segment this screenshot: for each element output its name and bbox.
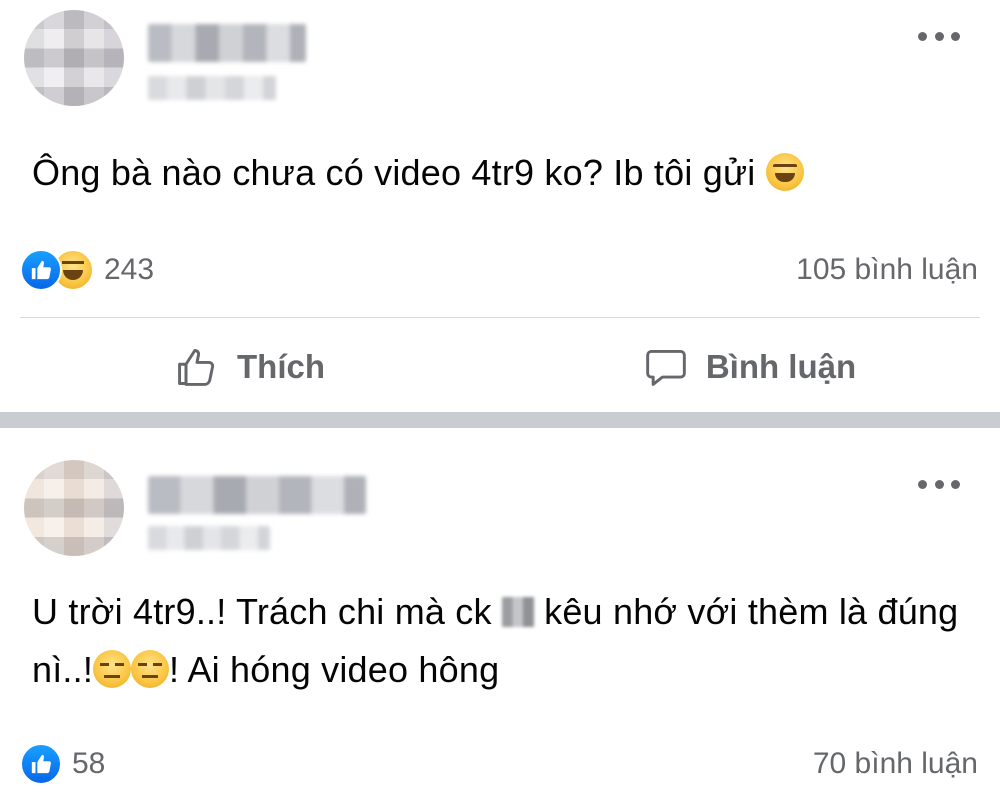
avatar[interactable] [24, 10, 124, 106]
avatar[interactable] [24, 460, 124, 556]
post-separator [0, 412, 1000, 428]
post-text-part-1: U trời 4tr9..! Trách chi mà ck [32, 591, 502, 632]
post-card: U trời 4tr9..! Trách chi mà ck kêu nhớ v… [0, 428, 1000, 799]
author-name-blurred[interactable] [148, 24, 306, 62]
reaction-summary[interactable]: 58 [20, 743, 105, 785]
author-name-blurred[interactable] [148, 476, 366, 514]
comment-button-label: Bình luận [705, 348, 857, 385]
divider [20, 317, 980, 318]
reaction-count: 58 [72, 747, 106, 780]
expressionless-emoji-icon [131, 650, 170, 688]
like-reaction-icon [20, 249, 62, 291]
thumbs-up-outline-icon [178, 349, 215, 386]
comment-button[interactable]: Bình luận [500, 325, 1000, 409]
expressionless-emoji-icon [93, 650, 132, 688]
post-text-part-3: ! Ai hóng video hông [169, 649, 500, 690]
like-button-label: Thích [237, 348, 325, 385]
action-bar: Thích Bình luận [0, 325, 1000, 409]
post-time-blurred [148, 76, 276, 100]
like-button[interactable]: Thích [0, 325, 500, 409]
like-reaction-icon [20, 743, 62, 785]
post-card: Ông bà nào chưa có video 4tr9 ko? Ib tôi… [0, 0, 1000, 412]
post-text: Ông bà nào chưa có video 4tr9 ko? Ib tôi… [32, 144, 960, 202]
censored-word [501, 597, 534, 627]
reaction-row: 243 105 bình luận [20, 249, 978, 291]
post-time-blurred [148, 526, 270, 550]
comment-count[interactable]: 105 bình luận [796, 253, 978, 287]
more-options-icon[interactable] [918, 30, 960, 42]
laughing-emoji-icon [765, 153, 804, 191]
reaction-summary[interactable]: 243 [20, 249, 154, 291]
post-text-content: Ông bà nào chưa có video 4tr9 ko? Ib tôi… [32, 152, 766, 193]
reaction-count: 243 [104, 253, 155, 286]
comment-count[interactable]: 70 bình luận [813, 747, 978, 781]
more-options-icon[interactable] [918, 478, 960, 490]
post-text: U trời 4tr9..! Trách chi mà ck kêu nhớ v… [32, 583, 960, 699]
speech-bubble-outline-icon [646, 349, 686, 386]
reaction-row: 58 70 bình luận [20, 743, 978, 785]
